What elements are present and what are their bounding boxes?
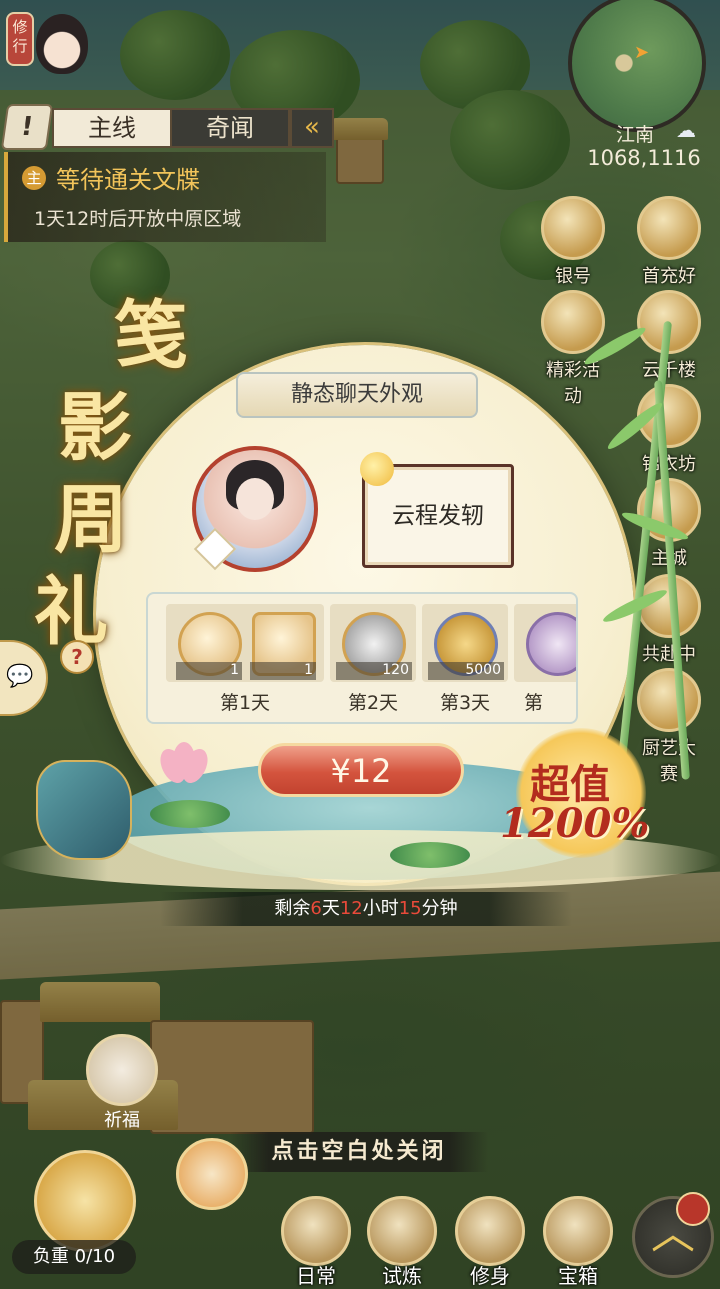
value-badge-line2: 1200% (500, 800, 650, 847)
nav-daily[interactable]: 日常 (276, 1196, 356, 1289)
reward-day-3[interactable]: 5000 第3天 (422, 604, 508, 714)
reward-day-2[interactable]: 120 第2天 (330, 604, 416, 714)
chest-icon (543, 1196, 613, 1266)
portrait-face (236, 478, 274, 520)
immortal-portrait-icon (86, 1034, 158, 1106)
buy-button[interactable]: ¥12 (258, 743, 464, 797)
avatar-face (36, 14, 88, 74)
item-count: 1 (176, 662, 242, 680)
scholar-rock (36, 760, 132, 860)
quest-alert-icon[interactable]: ! (0, 104, 54, 150)
book-icon (455, 1196, 525, 1266)
item-title: 静态聊天外观 (236, 372, 478, 418)
player-avatar[interactable] (30, 8, 94, 84)
close-hint: 点击空白处关闭 (230, 1132, 488, 1172)
cultivate-button[interactable]: 修行 (6, 12, 34, 66)
main-quest-badge: 主 (22, 166, 46, 190)
countdown-unit: 天 (321, 898, 340, 919)
countdown-hours: 12 (339, 898, 363, 919)
scroll-icon (281, 1196, 351, 1266)
side-item-label: 锦衣坊 (642, 454, 696, 475)
collapse-button[interactable]: « (290, 108, 334, 148)
side-item-events[interactable]: 精彩活动 (540, 290, 606, 408)
countdown-timer: 剩余6天12小时15分钟 (160, 892, 572, 926)
moon-icon (360, 452, 394, 486)
promo-title-char: 影 (58, 385, 132, 471)
notification-badge (676, 1192, 710, 1226)
bank-icon (541, 196, 605, 260)
event-icon (541, 290, 605, 354)
countdown-minutes: 15 (398, 898, 422, 919)
reward-day-4[interactable]: 第 (514, 604, 576, 714)
promo-title-char: 笺 (114, 293, 188, 379)
coordinates: 1068,1116 (587, 146, 701, 170)
region-name: 江南 (615, 124, 654, 146)
item-count: 5000 (428, 662, 504, 680)
lotus-leaf (150, 800, 230, 828)
item-count: 120 (336, 662, 412, 680)
promo-title-char: 礼 (34, 569, 108, 655)
quest-tracker[interactable]: 主 等待通关文牒 1天12时后开放中原区域 (4, 152, 326, 242)
item-count: 1 (250, 662, 316, 680)
thunder-cloud-icon: ☁ (676, 118, 696, 142)
value-badge: 超值 1200% (500, 728, 686, 878)
quest-subtitle: 1天12时后开放中原区域 (34, 208, 242, 230)
double-chevron-left-icon: « (304, 112, 320, 142)
tab-odd-tales[interactable]: 奇闻 (170, 108, 290, 148)
nav-label: 宝箱 (558, 1264, 598, 1288)
countdown-unit: 小时 (362, 898, 399, 919)
countdown-unit: 分钟 (421, 898, 458, 919)
load-capacity: 负重 0/10 (12, 1240, 136, 1274)
minimap[interactable]: ➤ (568, 0, 706, 132)
nav-label: 试炼 (382, 1264, 422, 1288)
fan-icon[interactable] (176, 1138, 248, 1210)
pray-button[interactable]: 祈福 (84, 1034, 160, 1132)
side-item-tailor[interactable]: 锦衣坊 (636, 384, 702, 476)
lotus-flower (154, 740, 214, 790)
hat-icon (367, 1196, 437, 1266)
day-label: 第2天 (347, 692, 399, 714)
tab-main-quest[interactable]: 主线 (52, 108, 172, 148)
nav-trial[interactable]: 试炼 (362, 1196, 442, 1289)
quest-tabs: ! 主线 奇闻 « (0, 104, 334, 150)
promo-title: 笺 影 周 礼 (34, 290, 188, 658)
nav-chest[interactable]: 宝箱 (538, 1196, 618, 1289)
help-button[interactable]: ? (60, 640, 94, 674)
chat-bubble-icon: 💬 (6, 664, 34, 689)
day-label: 第3天 (439, 692, 491, 714)
side-item-bank[interactable]: 银号 (540, 196, 606, 288)
nav-cultivate[interactable]: 修身 (450, 1196, 530, 1289)
side-item-label: 云千楼 (642, 360, 696, 381)
side-item-label: 精彩活动 (546, 360, 600, 407)
gift-bag-icon (637, 196, 701, 260)
daily-rewards-strip[interactable]: 1 1 第1天 120 第2天 5000 第3天 第 (146, 592, 578, 724)
nav-label: 日常 (296, 1264, 336, 1288)
side-item-label: 银号 (555, 266, 591, 287)
promo-title-char: 周 (54, 477, 128, 563)
day-label: 第1天 (219, 692, 271, 714)
reward-day-1[interactable]: 1 1 第1天 (166, 604, 324, 714)
cargo-bag-icon[interactable] (34, 1150, 136, 1252)
day-label: 第 (524, 692, 544, 714)
countdown-days: 6 (310, 898, 322, 919)
player-arrow-icon: ➤ (634, 42, 650, 63)
cooking-icon (637, 668, 701, 732)
nav-label: 修身 (470, 1264, 510, 1288)
pray-label: 祈福 (104, 1110, 140, 1131)
countdown-prefix: 剩余 (274, 898, 311, 919)
quest-title: 等待通关文牒 (56, 166, 200, 194)
lotus-leaf (390, 842, 470, 868)
